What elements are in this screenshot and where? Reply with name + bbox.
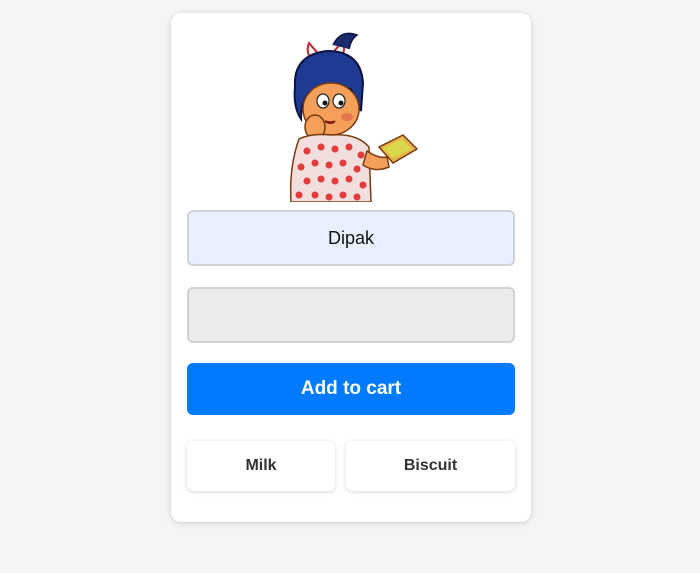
- suggestion-chip-biscuit[interactable]: Biscuit: [346, 441, 515, 491]
- suggestion-chip-milk[interactable]: Milk: [187, 441, 335, 491]
- shopping-card: Add to cart Milk Biscuit: [171, 13, 531, 522]
- item-input[interactable]: [187, 287, 515, 343]
- name-field[interactable]: [187, 210, 515, 266]
- mascot-girl-eating-toast-icon: [289, 32, 419, 202]
- add-to-cart-button[interactable]: Add to cart: [187, 363, 515, 415]
